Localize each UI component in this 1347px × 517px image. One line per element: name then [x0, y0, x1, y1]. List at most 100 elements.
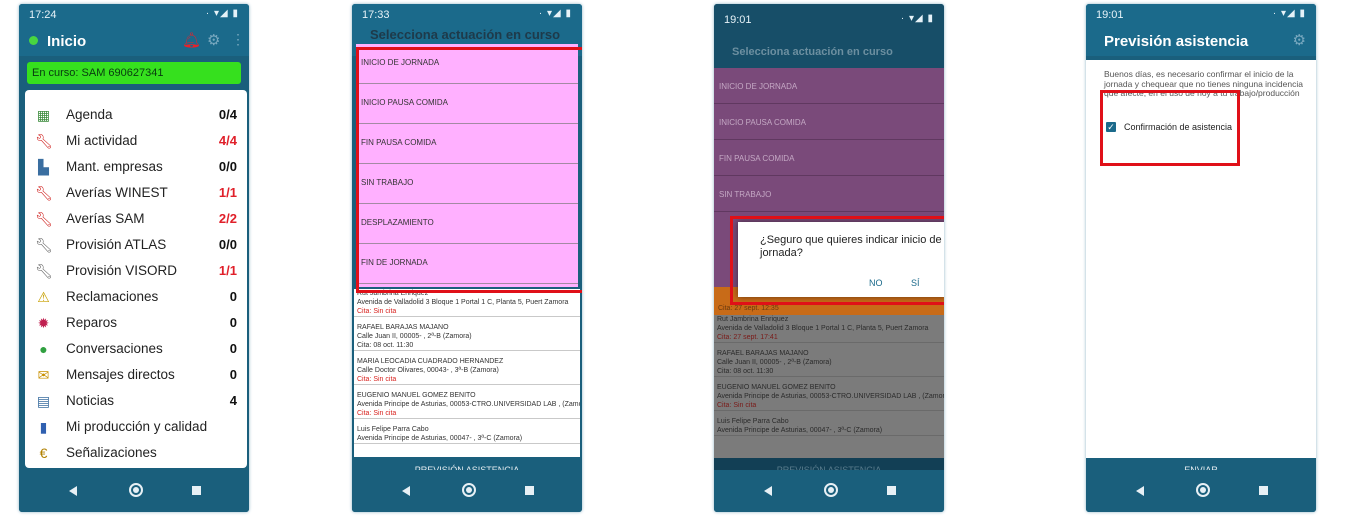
appointment-name: EUGENIO MANUEL GOMEZ BENITO — [357, 392, 476, 399]
appointment-row[interactable]: RAFAEL BARAJAS MAJANO Calle Juan II, 0000… — [714, 349, 944, 377]
menu-item-label: Reparos — [66, 315, 118, 330]
app-bar: Previsión asistencia ⚙ — [1086, 26, 1316, 56]
recent-apps-icon[interactable] — [192, 486, 201, 495]
menu-item-count: 2/2 — [218, 211, 237, 226]
tool-icon: 🔧︎ — [35, 263, 53, 279]
appointment-name: Luis Felipe Parra Cabo — [357, 426, 429, 433]
status-bar: 17:33 · ▾◢ ▮ — [352, 4, 582, 26]
menu-item-count: 0 — [229, 341, 237, 356]
appointment-name: RAFAEL BARAJAS MAJANO — [357, 324, 449, 331]
option-inicio-pausa-comida[interactable]: INICIO PAUSA COMIDA — [714, 104, 944, 140]
menu-item-label: Averías SAM — [66, 211, 145, 226]
menu-item-count: 0/4 — [218, 107, 237, 122]
appointment-cita: Cita: Sin cita — [357, 376, 397, 383]
appointment-cita: Cita: Sin cita — [357, 410, 397, 417]
menu-item-label: Reclamaciones — [66, 289, 159, 304]
menu-item-label: Noticias — [66, 393, 115, 408]
current-activity-banner[interactable]: En curso: SAM 690627341 — [27, 62, 241, 84]
appointment-cita: Cita: Sin cita — [717, 402, 757, 409]
menu-item-provisi-n-atlas[interactable]: 🔧︎ Provisión ATLAS 0/0 — [25, 232, 247, 258]
appointment-name: Luis Felipe Parra Cabo — [717, 418, 789, 425]
status-time: 19:01 — [724, 14, 752, 26]
home-icon[interactable] — [824, 483, 838, 497]
appointment-address: Avenida Principe de Asturias, 00053-CTRO… — [717, 393, 944, 400]
recent-apps-icon[interactable] — [1259, 486, 1268, 495]
option-label: INICIO DE JORNADA — [719, 82, 798, 91]
highlight-box — [356, 47, 582, 293]
appointments-list: Rut Jambrina Enriquez Avenida de Valladol… — [714, 315, 944, 458]
main-menu: ▦ Agenda 0/4 🔧︎ Mi actividad 4/4 ▙ Mant. empres… — [25, 90, 247, 468]
more-options-icon[interactable]: ⋮ — [231, 31, 245, 48]
home-icon[interactable] — [1196, 483, 1210, 497]
menu-item-mensajes-directos[interactable]: ✉ Mensajes directos 0 — [25, 362, 247, 388]
phone-select-action: 17:33 · ▾◢ ▮ Selecciona actuación en cur… — [352, 4, 582, 512]
gear-icon[interactable]: ⚙ — [207, 31, 220, 49]
appointment-name: Rut Jambrina Enriquez — [717, 316, 789, 323]
gear-icon[interactable]: ⚙ — [1293, 31, 1306, 49]
online-status-icon — [29, 36, 38, 45]
menu-item-aver-as-winest[interactable]: 🔧︎ Averías WINEST 1/1 — [25, 180, 247, 206]
calendar-icon: ▦ — [36, 107, 51, 123]
menu-item-mi-actividad[interactable]: 🔧︎ Mi actividad 4/4 — [25, 128, 247, 154]
menu-item-agenda[interactable]: ▦ Agenda 0/4 — [25, 102, 247, 128]
android-nav-bar — [714, 470, 944, 512]
appointment-name: EUGENIO MANUEL GOMEZ BENITO — [717, 384, 836, 391]
appointment-cita: Cita: 08 oct. 11:30 — [357, 342, 414, 349]
menu-item-label: Mant. empresas — [66, 159, 163, 174]
appointment-cita: Cita: Sin cita — [357, 308, 397, 315]
menu-item-aver-as-sam[interactable]: 🔧︎ Averías SAM 2/2 — [25, 206, 247, 232]
appointment-row[interactable]: RAFAEL BARAJAS MAJANO Calle Juan II, 0000… — [354, 323, 580, 351]
home-icon[interactable] — [129, 483, 143, 497]
menu-item-mi-producci-n-y-calidad[interactable]: ▮ Mi producción y calidad — [25, 414, 247, 440]
menu-item-conversaciones[interactable]: ● Conversaciones 0 — [25, 336, 247, 362]
home-icon[interactable] — [462, 483, 476, 497]
appointment-row[interactable]: Luis Felipe Parra Cabo Avenida Principe d… — [714, 417, 944, 436]
menu-item-count: 4 — [229, 393, 237, 408]
recent-apps-icon[interactable] — [887, 486, 896, 495]
appointment-cita: Cita: 08 oct. 11:30 — [717, 368, 774, 375]
menu-item-se-alizaciones[interactable]: € Señalizaciones — [25, 440, 247, 466]
menu-item-count: 0 — [229, 367, 237, 382]
menu-item-label: Provisión ATLAS — [66, 237, 167, 252]
news-icon: ▤ — [36, 393, 51, 409]
bell-icon[interactable]: 🔔︎ — [182, 31, 201, 49]
option-inicio-de-jornada[interactable]: INICIO DE JORNADA — [714, 68, 944, 104]
appointment-address: Avenida de Valladolid 3 Bloque 1 Portal … — [717, 325, 929, 332]
orange-cita: Cita: 27 sept. 12:35 — [718, 305, 779, 312]
option-label: INICIO PAUSA COMIDA — [719, 118, 806, 127]
appointment-row[interactable]: Rut Jambrina Enriquez Avenida de Valladol… — [714, 315, 944, 343]
menu-item-noticias[interactable]: ▤ Noticias 4 — [25, 388, 247, 414]
back-icon[interactable] — [69, 486, 77, 496]
recent-apps-icon[interactable] — [525, 486, 534, 495]
menu-item-reparos[interactable]: ✹ Reparos 0 — [25, 310, 247, 336]
page-title: Selecciona actuación en curso — [370, 27, 561, 42]
menu-item-label: Agenda — [66, 107, 113, 122]
appointment-row[interactable]: Rut Jambrina Enriquez Avenida de Valladol… — [354, 289, 580, 317]
appointment-row[interactable]: MARIA LEOCADIA CUADRADO HERNANDEZ Calle D… — [354, 357, 580, 385]
menu-item-reclamaciones[interactable]: ⚠ Reclamaciones 0 — [25, 284, 247, 310]
page-title: Previsión asistencia — [1104, 33, 1249, 50]
android-nav-bar — [19, 470, 249, 512]
back-icon[interactable] — [1136, 486, 1144, 496]
dimmed-header: 19:01 · ▾◢ ▮ Selecciona actuación en cur… — [714, 4, 944, 68]
menu-item-mant-empresas[interactable]: ▙ Mant. empresas 0/0 — [25, 154, 247, 180]
appointment-row[interactable]: EUGENIO MANUEL GOMEZ BENITO Avenida Princ… — [714, 383, 944, 411]
wrench-icon: 🔧︎ — [35, 211, 53, 227]
menu-item-count: 0/0 — [218, 159, 237, 174]
appointment-row[interactable]: Luis Felipe Parra Cabo Avenida Principe d… — [354, 425, 580, 444]
appointment-name: MARIA LEOCADIA CUADRADO HERNANDEZ — [357, 358, 504, 365]
menu-item-count: 0/0 — [218, 237, 237, 252]
back-icon[interactable] — [402, 486, 410, 496]
highlight-box — [1100, 90, 1240, 166]
menu-item-count: 1/1 — [218, 263, 237, 278]
option-sin-trabajo[interactable]: SIN TRABAJO — [714, 176, 944, 212]
appointment-address: Avenida Principe de Asturias, 00047- , 3… — [357, 435, 523, 442]
appointment-row[interactable]: EUGENIO MANUEL GOMEZ BENITO Avenida Princ… — [354, 391, 580, 419]
status-icons: · ▾◢ ▮ — [205, 8, 239, 19]
menu-item-provisi-n-visord[interactable]: 🔧︎ Provisión VISORD 1/1 — [25, 258, 247, 284]
back-icon[interactable] — [764, 486, 772, 496]
status-time: 17:33 — [362, 9, 390, 21]
menu-item-label: Mi producción y calidad — [66, 419, 208, 434]
android-nav-bar — [1086, 470, 1316, 512]
option-fin-pausa-comida[interactable]: FIN PAUSA COMIDA — [714, 140, 944, 176]
